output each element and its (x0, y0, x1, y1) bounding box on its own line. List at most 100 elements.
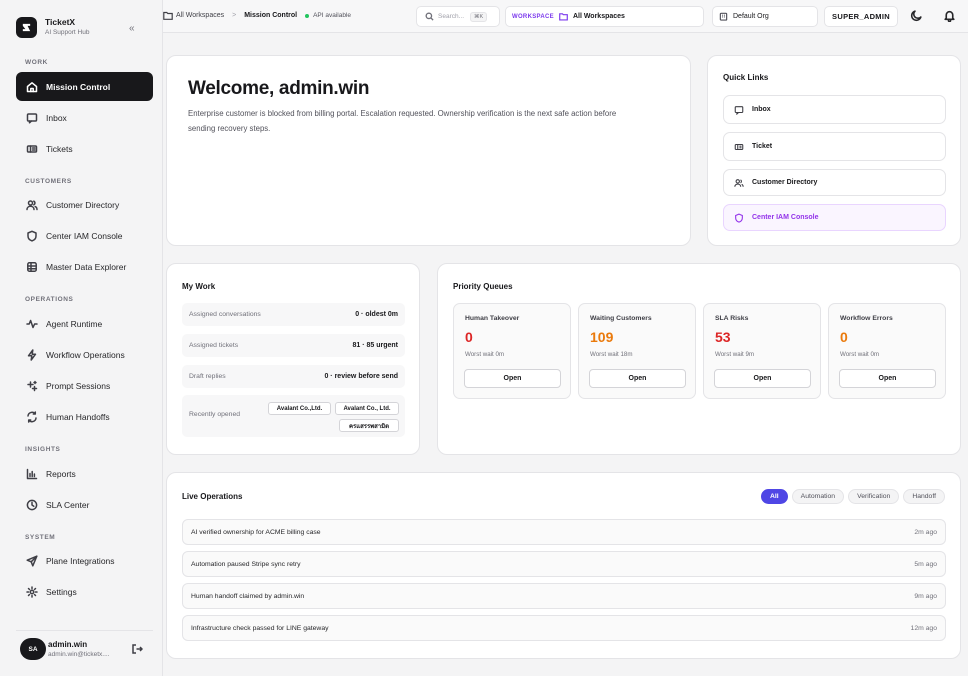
tab-verification[interactable]: Verification (848, 489, 900, 504)
user-name: admin.win (48, 639, 88, 649)
users-icon (26, 199, 38, 210)
workspace-label: WORKSPACE (512, 13, 554, 20)
quick-link-ticket[interactable]: Ticket (723, 132, 946, 161)
quick-link-label: Customer Directory (752, 179, 818, 186)
sidebar-item-label: Workflow Operations (46, 349, 125, 360)
sidebar-item-sla-center[interactable]: SLA Center (16, 490, 153, 519)
user-profile[interactable]: SA admin.win admin.win@ticketx.... (20, 638, 110, 660)
open-button[interactable]: Open (589, 369, 686, 388)
row-label: Draft replies (189, 373, 226, 380)
sidebar: TicketX AI Support Hub « WORK Mission Co… (0, 0, 163, 676)
sidebar-item-customer-directory[interactable]: Customer Directory (16, 190, 153, 219)
collapse-sidebar-icon[interactable]: « (129, 23, 135, 34)
clock-icon (26, 499, 38, 510)
queue-title: SLA Risks (715, 315, 749, 322)
sidebar-item-human-handoffs[interactable]: Human Handoffs (16, 402, 153, 431)
avatar: SA (20, 638, 46, 660)
my-work-card: My Work Assigned conversations 0 · oldes… (166, 263, 420, 455)
logo-icon (16, 17, 37, 38)
queue-wait: Worst wait 0m (465, 351, 505, 358)
open-button[interactable]: Open (839, 369, 936, 388)
sidebar-item-agent-runtime[interactable]: Agent Runtime (16, 309, 153, 338)
event-time: 9m ago (914, 592, 937, 600)
event-text: AI verified ownership for ACME billing c… (191, 528, 321, 536)
role-badge[interactable]: SUPER_ADMIN (824, 6, 898, 27)
recent-chip[interactable]: Avalant Co., Ltd. (335, 402, 399, 415)
sidebar-item-inbox[interactable]: Inbox (16, 103, 153, 132)
quick-link-inbox[interactable]: Inbox (723, 95, 946, 124)
row-value: 81 · 85 urgent (352, 342, 398, 349)
list-item[interactable]: Automation paused Stripe sync retry 5m a… (182, 551, 946, 577)
breadcrumb-root[interactable]: All Workspaces (176, 12, 224, 19)
recently-opened: Recently opened Avalant Co.,Ltd. Avalant… (182, 395, 405, 437)
sidebar-item-label: Mission Control (46, 81, 111, 92)
list-item[interactable]: Infrastructure check passed for LINE gat… (182, 615, 946, 641)
quick-link-center-iam-console[interactable]: Center IAM Console (723, 204, 946, 231)
quick-links-title: Quick Links (723, 73, 769, 82)
open-button[interactable]: Open (464, 369, 561, 388)
send-icon (26, 554, 38, 567)
my-work-row-drafts[interactable]: Draft replies 0 · review before send (182, 365, 405, 388)
sidebar-item-plane-integrations[interactable]: Plane Integrations (16, 546, 153, 575)
list-item[interactable]: AI verified ownership for ACME billing c… (182, 519, 946, 545)
theme-toggle-icon[interactable] (910, 9, 924, 23)
event-time: 5m ago (914, 560, 937, 568)
my-work-row-tickets[interactable]: Assigned tickets 81 · 85 urgent (182, 334, 405, 357)
sidebar-item-mission-control[interactable]: Mission Control (16, 72, 153, 101)
bell-icon[interactable] (943, 9, 957, 23)
breadcrumb-separator: > (232, 12, 237, 19)
status-dot (305, 13, 310, 18)
row-value: 0 · oldest 0m (355, 311, 398, 318)
queue-wait: Worst wait 9m (715, 351, 755, 358)
sidebar-item-center-iam-console[interactable]: Center IAM Console (16, 221, 153, 250)
sidebar-item-workflow-operations[interactable]: Workflow Operations (16, 340, 153, 369)
org-name: Default Org (733, 13, 769, 20)
folder-icon (559, 13, 568, 21)
sidebar-item-label: Center IAM Console (46, 230, 123, 241)
org-selector[interactable]: Default Org (712, 6, 818, 27)
sidebar-item-label: Prompt Sessions (46, 380, 111, 391)
sidebar-item-reports[interactable]: Reports (16, 459, 153, 488)
logout-icon[interactable] (131, 643, 145, 657)
search-input[interactable]: Search... ⌘K (416, 6, 500, 27)
gear-icon (26, 585, 38, 598)
my-work-title: My Work (182, 282, 216, 291)
topbar: All Workspaces > Mission Control API ava… (163, 0, 968, 33)
sidebar-item-label: Inbox (46, 112, 67, 123)
recent-chip[interactable]: ครแสรรพสามิต (339, 419, 399, 432)
sidebar-item-prompt-sessions[interactable]: Prompt Sessions (16, 371, 153, 400)
quick-link-label: Center IAM Console (752, 214, 819, 221)
pulse-icon (26, 319, 38, 328)
sidebar-item-tickets[interactable]: Tickets (16, 134, 153, 163)
section-insights: INSIGHTS (25, 446, 61, 453)
welcome-card: Welcome, admin.win Enterprise customer i… (166, 55, 691, 246)
quick-links-card: Quick Links Inbox Ticket Customer Direct… (707, 55, 961, 246)
event-text: Human handoff claimed by admin.win (191, 592, 305, 600)
event-text: Infrastructure check passed for LINE gat… (191, 624, 329, 632)
tab-handoff[interactable]: Handoff (903, 489, 945, 504)
sidebar-item-settings[interactable]: Settings (16, 577, 153, 606)
my-work-row-conversations[interactable]: Assigned conversations 0 · oldest 0m (182, 303, 405, 326)
section-system: SYSTEM (25, 534, 56, 541)
bar-chart-icon (26, 468, 38, 479)
shield-icon (27, 230, 37, 242)
event-time: 12m ago (910, 624, 937, 632)
page-title: Welcome, admin.win (188, 78, 370, 99)
priority-queues-card: Priority Queues Human Takeover 0 Worst w… (437, 263, 961, 455)
row-label: Assigned conversations (189, 311, 261, 318)
tab-automation[interactable]: Automation (791, 489, 845, 504)
quick-link-customer-directory[interactable]: Customer Directory (723, 169, 946, 196)
queue-wait: Worst wait 18m (590, 351, 633, 358)
ticket-icon (26, 144, 38, 153)
sidebar-item-master-data-explorer[interactable]: Master Data Explorer (16, 252, 153, 281)
live-operations-card: Live Operations All Automation Verificat… (166, 472, 961, 659)
section-customers: CUSTOMERS (25, 178, 72, 185)
list-item[interactable]: Human handoff claimed by admin.win 9m ag… (182, 583, 946, 609)
queue-value: 53 (715, 329, 731, 345)
brand[interactable]: TicketX AI Support Hub (16, 17, 89, 38)
tab-all[interactable]: All (760, 489, 788, 504)
recent-chip[interactable]: Avalant Co.,Ltd. (268, 402, 331, 415)
workspace-selector[interactable]: WORKSPACE All Workspaces (505, 6, 704, 27)
live-operations-title: Live Operations (182, 492, 243, 501)
open-button[interactable]: Open (714, 369, 811, 388)
